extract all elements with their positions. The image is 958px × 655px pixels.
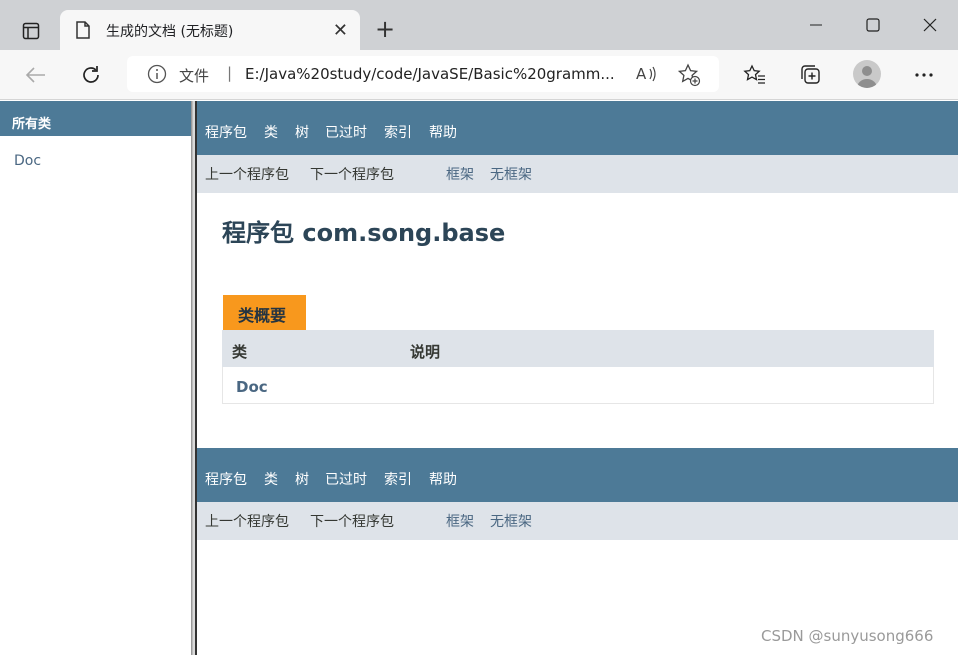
nav-tree-bottom[interactable]: 树	[295, 469, 309, 489]
class-link-doc-table[interactable]: Doc	[236, 378, 268, 396]
browser-toolbar: 文件 | E:/Java%20study/code/JavaSE/Basic%2…	[0, 50, 958, 100]
no-frames-link[interactable]: 无框架	[490, 164, 532, 184]
browser-tabbar: 生成的文档 (无标题) ✕ +	[0, 0, 958, 50]
nav-package-bottom[interactable]: 程序包	[205, 469, 247, 489]
read-aloud-icon[interactable]: A	[635, 64, 657, 88]
address-separator: |	[227, 64, 233, 82]
all-classes-heading: 所有类	[0, 101, 191, 136]
minimize-icon[interactable]	[799, 10, 833, 40]
tab-actions-icon[interactable]	[10, 14, 52, 48]
nav-class-bottom[interactable]: 类	[264, 469, 278, 489]
browser-tab[interactable]: 生成的文档 (无标题) ✕	[60, 10, 360, 50]
svg-text:A: A	[636, 65, 647, 83]
close-tab-icon[interactable]: ✕	[333, 20, 348, 41]
nav-deprecated[interactable]: 已过时	[325, 122, 367, 142]
new-tab-icon[interactable]: +	[370, 14, 400, 44]
nav-help[interactable]: 帮助	[429, 122, 457, 142]
nav-deprecated-bottom[interactable]: 已过时	[325, 469, 367, 489]
nav-tree[interactable]: 树	[295, 122, 309, 142]
prev-package: 上一个程序包	[205, 167, 289, 183]
refresh-icon[interactable]	[77, 62, 105, 88]
address-url[interactable]: E:/Java%20study/code/JavaSE/Basic%20gram…	[245, 65, 615, 83]
bottom-subnav: 上一个程序包 下一个程序包 框架 无框架	[197, 502, 958, 540]
info-icon[interactable]	[147, 64, 167, 88]
table-row: Doc	[222, 367, 934, 404]
close-window-icon[interactable]	[913, 10, 947, 40]
nav-index-bottom[interactable]: 索引	[384, 469, 412, 489]
top-subnav: 上一个程序包 下一个程序包 框架 无框架	[197, 155, 958, 193]
maximize-icon[interactable]	[856, 10, 890, 40]
nav-class[interactable]: 类	[264, 122, 278, 142]
collections-icon[interactable]	[797, 62, 825, 88]
class-link-doc[interactable]: Doc	[14, 153, 41, 169]
class-summary-caption: 类概要	[223, 295, 306, 330]
document-icon	[76, 21, 90, 43]
nav-package[interactable]: 程序包	[205, 122, 247, 142]
frames-link[interactable]: 框架	[446, 164, 474, 184]
nav-help-bottom[interactable]: 帮助	[429, 469, 457, 489]
favorites-icon[interactable]	[741, 62, 769, 88]
no-frames-link-bottom[interactable]: 无框架	[490, 511, 532, 531]
watermark: CSDN @sunyusong666	[761, 627, 934, 645]
next-package-bottom: 下一个程序包	[310, 514, 394, 530]
prev-package-bottom: 上一个程序包	[205, 514, 289, 530]
frames-link-bottom[interactable]: 框架	[446, 511, 474, 531]
page-title: 程序包 com.song.base	[222, 219, 506, 247]
column-description: 说明	[410, 343, 441, 361]
nav-index[interactable]: 索引	[384, 122, 412, 142]
bottom-navbar: 程序包 类 树 已过时 索引 帮助	[197, 448, 958, 502]
next-package: 下一个程序包	[310, 167, 394, 183]
all-classes-frame: 所有类 Doc	[0, 101, 192, 655]
back-arrow-icon[interactable]	[22, 62, 50, 88]
add-favorite-icon[interactable]	[677, 63, 701, 91]
table-header: 类 说明	[222, 330, 934, 367]
content-frame: 程序包 类 树 已过时 索引 帮助 上一个程序包 下一个程序包 框架 无框架 程…	[197, 101, 958, 655]
column-class: 类	[232, 343, 248, 361]
tab-title: 生成的文档 (无标题)	[106, 24, 234, 40]
address-scheme-label: 文件	[179, 67, 210, 85]
more-menu-icon[interactable]	[910, 62, 938, 88]
profile-avatar[interactable]	[853, 60, 881, 88]
address-bar[interactable]: 文件 | E:/Java%20study/code/JavaSE/Basic%2…	[127, 56, 719, 92]
top-navbar: 程序包 类 树 已过时 索引 帮助	[197, 101, 958, 155]
